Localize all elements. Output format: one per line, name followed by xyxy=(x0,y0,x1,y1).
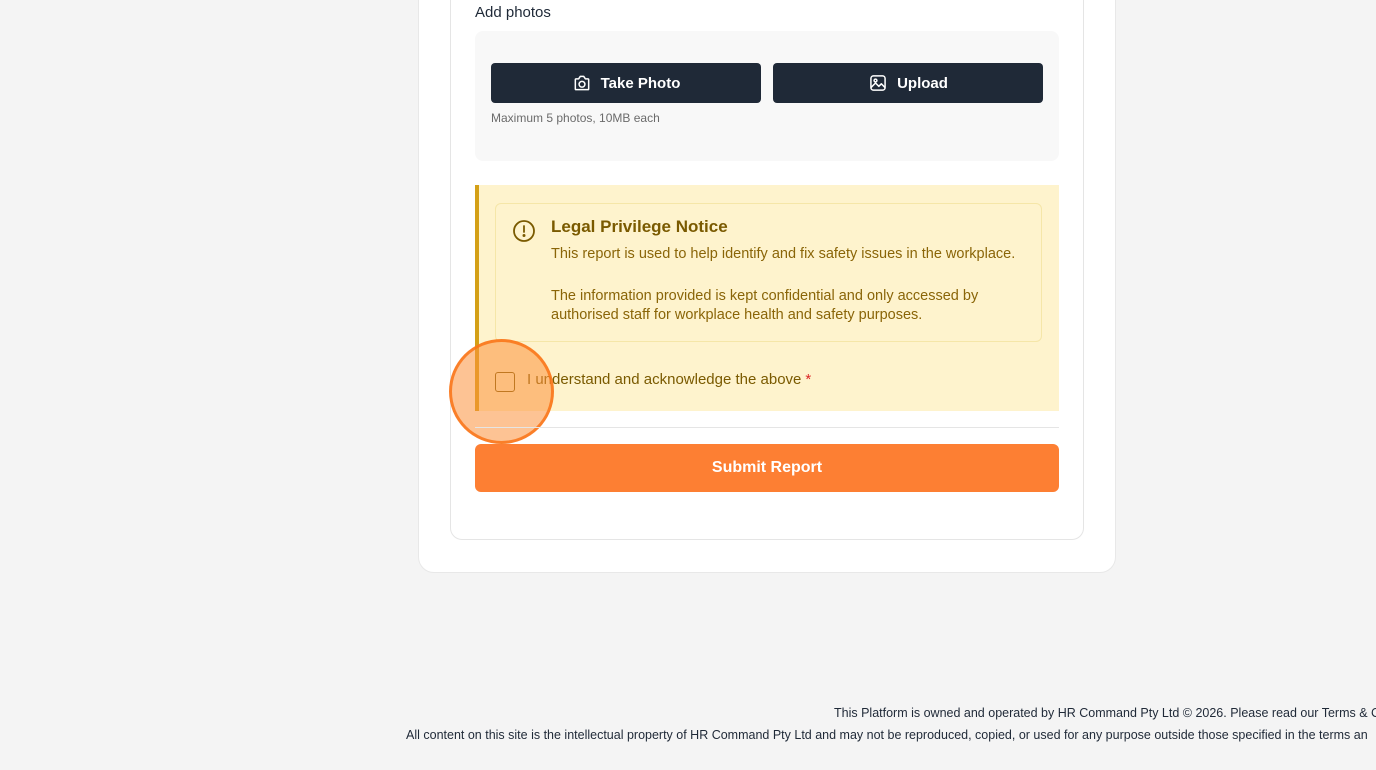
footer-ownership-text: This Platform is owned and operated by H… xyxy=(834,706,1376,720)
notice-paragraph-1: This report is used to help identify and… xyxy=(551,246,1016,262)
notice-paragraph-2: The information provided is kept confide… xyxy=(551,288,979,323)
required-asterisk: * xyxy=(805,371,812,388)
upload-label: Upload xyxy=(897,74,948,92)
add-photos-label: Add photos xyxy=(475,4,551,21)
take-photo-label: Take Photo xyxy=(600,74,681,92)
photo-limit-hint: Maximum 5 photos, 10MB each xyxy=(491,111,660,125)
alert-circle-icon xyxy=(513,220,535,242)
divider xyxy=(475,427,1059,428)
acknowledge-label[interactable]: I understand and acknowledge the above * xyxy=(527,371,811,388)
submit-report-button[interactable]: Submit Report xyxy=(475,444,1059,492)
footer-ip-text: All content on this site is the intellec… xyxy=(406,728,1368,742)
take-photo-button[interactable]: Take Photo xyxy=(491,63,761,103)
acknowledge-label-text: I understand and acknowledge the above xyxy=(527,371,802,388)
notice-title: Legal Privilege Notice xyxy=(551,217,728,236)
acknowledge-checkbox[interactable] xyxy=(495,372,515,392)
upload-button[interactable]: Upload xyxy=(773,63,1043,103)
image-icon xyxy=(870,75,886,91)
camera-icon xyxy=(574,75,590,91)
